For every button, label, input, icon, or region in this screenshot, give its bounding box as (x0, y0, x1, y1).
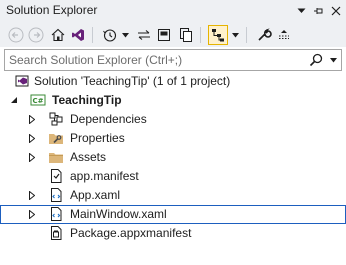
toolbar (0, 22, 346, 47)
tree-item-label: MainWindow.xaml (70, 207, 167, 221)
tree-item-solution[interactable]: Solution 'TeachingTip' (1 of 1 project) (0, 72, 346, 91)
close-icon (331, 6, 341, 16)
folder-icon (48, 149, 64, 165)
back-arrow-icon (8, 27, 24, 43)
tree-item-label: Properties (70, 131, 125, 145)
toolbar-separator (92, 27, 93, 43)
properties-button[interactable] (254, 25, 274, 45)
xaml-file-icon (48, 187, 64, 203)
forward-arrow-icon (28, 27, 44, 43)
tree-item-app-xaml[interactable]: App.xaml (0, 186, 346, 205)
chevron-down-icon (231, 32, 239, 37)
switch-views-button[interactable] (68, 25, 88, 45)
tree-item-label: App.xaml (70, 188, 121, 202)
tree-item-label: app.manifest (70, 169, 139, 183)
collapsed-arrow-icon[interactable] (26, 112, 38, 126)
sync-with-active-document-button[interactable] (134, 25, 154, 45)
tree-item-label: Assets (70, 150, 107, 164)
sync-arrows-icon (138, 30, 150, 40)
search-button[interactable] (307, 51, 325, 69)
appxmanifest-icon (48, 225, 64, 241)
csharp-project-icon: C# (30, 92, 46, 108)
tree-item-label: Solution 'TeachingTip' (1 of 1 project) (34, 74, 231, 88)
window-options-button[interactable] (294, 2, 308, 20)
tree-item-app-manifest[interactable]: app.manifest (0, 167, 346, 186)
home-button[interactable] (48, 25, 68, 45)
show-all-files-button[interactable] (176, 25, 196, 45)
svg-text:C#: C# (32, 97, 43, 105)
hierarchy-icon (212, 29, 224, 42)
clock-history-icon (103, 29, 117, 42)
forward-button[interactable] (26, 25, 46, 45)
close-button[interactable] (328, 2, 344, 20)
collapse-all-button[interactable] (154, 25, 174, 45)
collapsed-arrow-icon[interactable] (26, 150, 38, 164)
chevron-down-icon (297, 8, 305, 13)
toggle-preview-button[interactable] (274, 25, 294, 45)
home-icon (51, 28, 65, 42)
search-bar (4, 49, 342, 71)
chevron-down-icon (121, 32, 129, 37)
xaml-file-icon (48, 206, 64, 222)
preview-dropdown[interactable] (230, 25, 240, 45)
collapsed-arrow-icon[interactable] (26, 207, 38, 221)
tree-item-assets[interactable]: Assets (0, 148, 346, 167)
expanded-arrow-icon[interactable] (8, 93, 20, 107)
dependencies-icon (48, 111, 64, 127)
manifest-file-icon (48, 168, 64, 184)
tree-item-project[interactable]: C# TeachingTip (0, 91, 346, 110)
tree-item-dependencies[interactable]: Dependencies (0, 110, 346, 129)
search-input[interactable] (5, 50, 307, 70)
tree-item-label: Package.appxmanifest (70, 226, 192, 240)
chevron-down-icon (329, 57, 337, 62)
search-options-dropdown[interactable] (327, 51, 339, 69)
toolbar-separator (200, 27, 201, 43)
collapse-minus-icon (279, 30, 289, 39)
search-icon (309, 53, 323, 67)
title-bar: Solution Explorer (0, 0, 346, 22)
tree-item-label: Dependencies (70, 112, 147, 126)
pending-changes-filter-button[interactable] (100, 25, 120, 45)
tree-item-mainwindow-xaml[interactable]: MainWindow.xaml (0, 205, 346, 224)
preview-selected-items-button[interactable] (208, 25, 228, 45)
tree-item-label: TeachingTip (52, 93, 122, 107)
pin-icon (314, 8, 323, 14)
collapse-all-icon (158, 29, 170, 41)
window-title: Solution Explorer (6, 3, 98, 17)
tree-item-package-appxmanifest[interactable]: Package.appxmanifest (0, 224, 346, 243)
collapsed-arrow-icon[interactable] (26, 131, 38, 145)
visual-studio-icon (72, 29, 84, 41)
solution-icon (14, 73, 30, 89)
wrench-folder-icon (48, 130, 64, 146)
toolbar-separator (246, 27, 247, 43)
collapsed-arrow-icon[interactable] (26, 188, 38, 202)
back-button[interactable] (6, 25, 26, 45)
wrench-icon (258, 28, 272, 41)
pin-button[interactable] (310, 2, 326, 20)
pending-changes-dropdown[interactable] (120, 25, 130, 45)
tree-item-properties[interactable]: Properties (0, 129, 346, 148)
show-all-files-icon (180, 28, 192, 42)
